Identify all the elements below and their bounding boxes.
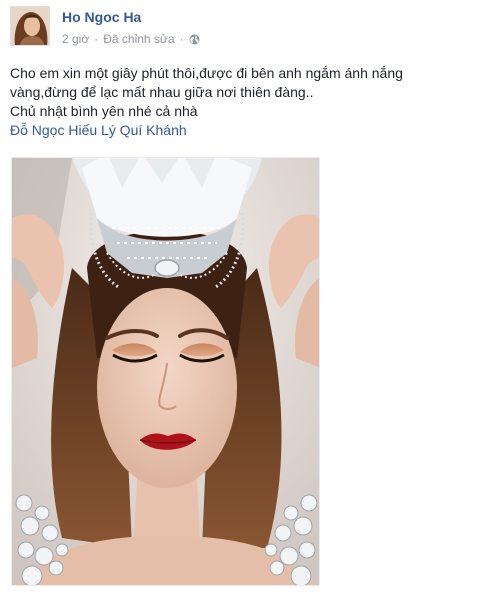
post-text-line-3: Chủ nhật bình yên nhé cả nhà (10, 103, 198, 119)
post-text-line-2: vàng,đừng để lạc mất nhau giữa nơi thiên… (10, 84, 314, 100)
facebook-post: Ho Ngoc Ha 2 giờ · Đã chỉnh sửa · Cho em… (0, 0, 500, 598)
tagged-people-link[interactable]: Đỗ Ngọc Hiếu Lý Quí Khánh (10, 121, 480, 140)
portrait-image (12, 158, 319, 585)
edited-label[interactable]: Đã chỉnh sửa (103, 32, 174, 46)
globe-icon[interactable] (189, 34, 200, 45)
post-time[interactable]: 2 giờ (62, 32, 89, 46)
post-photo[interactable] (11, 157, 320, 586)
post-text: Cho em xin một giây phút thôi,được đi bê… (10, 64, 480, 140)
meta-separator: · (94, 32, 99, 46)
post-text-line-1: Cho em xin một giây phút thôi,được đi bê… (10, 65, 403, 81)
post-meta: 2 giờ · Đã chỉnh sửa · (62, 32, 200, 46)
author-name[interactable]: Ho Ngoc Ha (62, 9, 141, 25)
meta-separator-2: · (179, 32, 184, 46)
avatar-image (11, 7, 49, 45)
author-avatar[interactable] (10, 6, 50, 46)
